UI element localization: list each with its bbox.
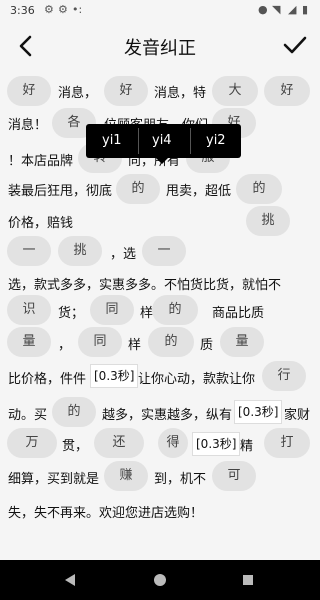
- pause-tag[interactable]: [0.3秒]: [234, 400, 283, 424]
- text-segment: 价格，赔钱: [8, 216, 74, 231]
- char-pill[interactable]: 的: [52, 397, 96, 427]
- divider: [138, 128, 139, 154]
- text-segment: ，: [58, 338, 72, 353]
- text-segment: 货；: [58, 306, 85, 321]
- text-segment: 失，失不再来。欢迎您进店选购！: [8, 506, 204, 521]
- char-pill[interactable]: 同: [90, 295, 134, 325]
- char-pill[interactable]: 的: [148, 327, 194, 357]
- text-segment: 消息，: [58, 86, 98, 101]
- char-pill[interactable]: 可: [212, 461, 256, 491]
- page-title: 发音纠正: [124, 38, 196, 59]
- text-segment: 比价格，件件: [8, 372, 87, 387]
- text-segment: ！本店品牌: [8, 154, 74, 169]
- char-pill[interactable]: 行: [262, 361, 306, 391]
- divider: [190, 128, 191, 154]
- char-pill[interactable]: 的: [236, 174, 282, 204]
- text-segment: 选，款式多多，实惠多多。不怕货比货，就怕不: [8, 278, 282, 293]
- pinyin-option[interactable]: yi1: [102, 133, 122, 148]
- char-pill[interactable]: 同: [78, 327, 122, 357]
- char-pill[interactable]: 还: [94, 428, 144, 458]
- nav-bar: [0, 560, 320, 600]
- char-pill[interactable]: 好: [7, 76, 51, 106]
- text-segment: 消息，特: [154, 86, 207, 101]
- char-pill[interactable]: 的: [116, 174, 160, 204]
- text-segment: 到，机不: [154, 472, 207, 487]
- char-pill[interactable]: 挑: [58, 236, 102, 266]
- battery-icon: ▮: [302, 3, 309, 16]
- text-segment: 样: [140, 306, 154, 321]
- char-pill[interactable]: 万: [7, 428, 57, 458]
- pause-tag[interactable]: [0.3秒]: [90, 364, 139, 388]
- char-pill-selected[interactable]: 一: [142, 236, 186, 266]
- pinyin-option[interactable]: yi4: [152, 133, 172, 148]
- status-bar: 3:36 ⚙ ⚙ •: ● ◥ ◢ ▮: [0, 0, 320, 22]
- text-segment: 消息！: [8, 118, 48, 133]
- char-pill[interactable]: 量: [220, 327, 264, 357]
- text-segment: 让你心动，款款让你: [138, 372, 256, 387]
- location-icon: ●: [258, 3, 268, 16]
- text-segment: 贯，: [62, 439, 89, 454]
- text-segment: 细算，买到就是: [8, 472, 100, 487]
- text-segment: 甩卖，超低: [166, 184, 232, 199]
- text-segment: 质: [200, 338, 214, 353]
- text-segment: 越多，实惠越多，纵有: [102, 408, 233, 423]
- status-time: 3:36: [10, 4, 35, 17]
- char-pill[interactable]: 好: [104, 76, 148, 106]
- gear-icon: ⚙: [44, 3, 54, 16]
- dots-icon: •:: [72, 3, 83, 16]
- char-pill[interactable]: 得: [158, 428, 188, 458]
- char-pill[interactable]: 好: [264, 76, 310, 106]
- char-pill[interactable]: 识: [7, 295, 51, 325]
- pause-tag[interactable]: [0.3秒]: [192, 432, 241, 456]
- text-segment: 装最后狂甩，彻底: [8, 184, 113, 199]
- char-pill[interactable]: 一: [7, 236, 51, 266]
- signal-icon: ◢: [288, 3, 297, 16]
- text-segment: 动。买: [8, 408, 48, 423]
- char-pill[interactable]: 量: [7, 327, 51, 357]
- char-pill[interactable]: 打: [264, 428, 310, 458]
- pinyin-popup: yi1 yi4 yi2: [86, 124, 241, 164]
- header: 发音纠正: [0, 22, 320, 70]
- pinyin-option[interactable]: yi2: [206, 133, 226, 148]
- recents-nav-icon[interactable]: [240, 572, 256, 588]
- wifi-icon: ◥: [272, 3, 281, 16]
- home-nav-icon[interactable]: [152, 572, 168, 588]
- text-segment: ，选: [110, 247, 137, 262]
- gear-icon: ⚙: [58, 3, 68, 16]
- text-segment: 精: [240, 439, 254, 454]
- check-icon[interactable]: [282, 32, 308, 58]
- char-pill[interactable]: 大: [212, 76, 258, 106]
- char-pill[interactable]: 的: [152, 295, 198, 325]
- text-segment: 商品比质: [212, 306, 265, 321]
- popup-arrow: [156, 158, 168, 164]
- char-pill[interactable]: 赚: [104, 461, 148, 491]
- char-pill[interactable]: 挑: [246, 206, 290, 236]
- text-segment: 家财: [284, 408, 311, 423]
- back-nav-icon[interactable]: [62, 572, 78, 588]
- text-segment: 样: [128, 338, 142, 353]
